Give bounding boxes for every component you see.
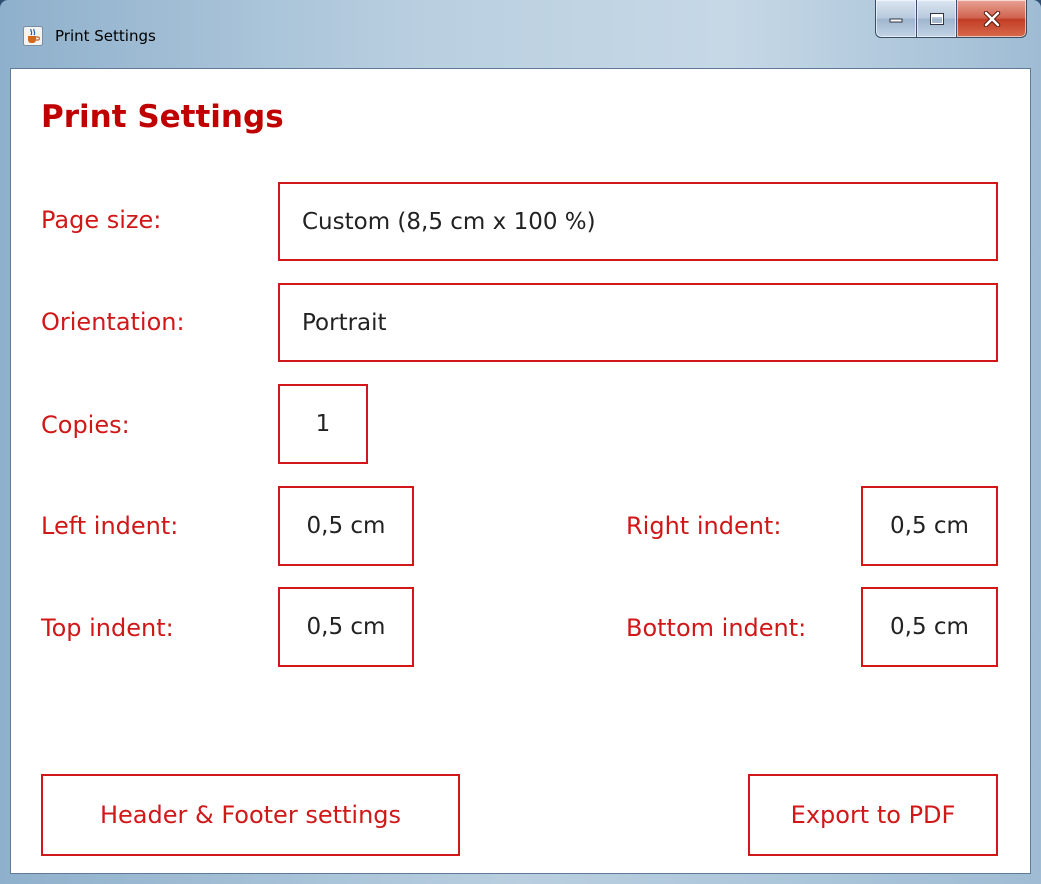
page-size-field[interactable]: Custom (8,5 cm x 100 %) (278, 182, 998, 261)
export-to-pdf-button[interactable]: Export to PDF (748, 774, 998, 856)
top-indent-field[interactable]: 0,5 cm (278, 587, 414, 667)
left-indent-label: Left indent: (41, 512, 179, 540)
dialog-content: Print Settings Page size: Custom (8,5 cm… (10, 68, 1031, 874)
right-indent-label: Right indent: (626, 512, 782, 540)
bottom-indent-field[interactable]: 0,5 cm (861, 587, 998, 667)
title-bar[interactable]: Print Settings (0, 0, 1041, 68)
window-bottom-border (0, 874, 1041, 884)
orientation-field[interactable]: Portrait (278, 283, 998, 362)
print-settings-window: Print Settings Print Settings Page size:… (0, 0, 1041, 884)
close-icon (983, 10, 1000, 27)
copies-field[interactable]: 1 (278, 384, 368, 464)
orientation-label: Orientation: (41, 308, 185, 336)
caption-buttons (875, 0, 1027, 38)
java-cup-icon (23, 26, 43, 46)
maximize-icon (929, 12, 944, 25)
left-indent-field[interactable]: 0,5 cm (278, 486, 414, 566)
top-indent-label: Top indent: (41, 614, 174, 642)
maximize-button[interactable] (917, 0, 957, 38)
bottom-indent-label: Bottom indent: (626, 614, 807, 642)
page-size-label: Page size: (41, 206, 162, 234)
header-footer-settings-button[interactable]: Header & Footer settings (41, 774, 460, 856)
right-indent-field[interactable]: 0,5 cm (861, 486, 998, 566)
copies-label: Copies: (41, 411, 130, 439)
window-title: Print Settings (55, 27, 156, 45)
minimize-icon (889, 18, 903, 22)
minimize-button[interactable] (875, 0, 917, 38)
page-title: Print Settings (41, 99, 284, 135)
close-button[interactable] (957, 0, 1027, 38)
